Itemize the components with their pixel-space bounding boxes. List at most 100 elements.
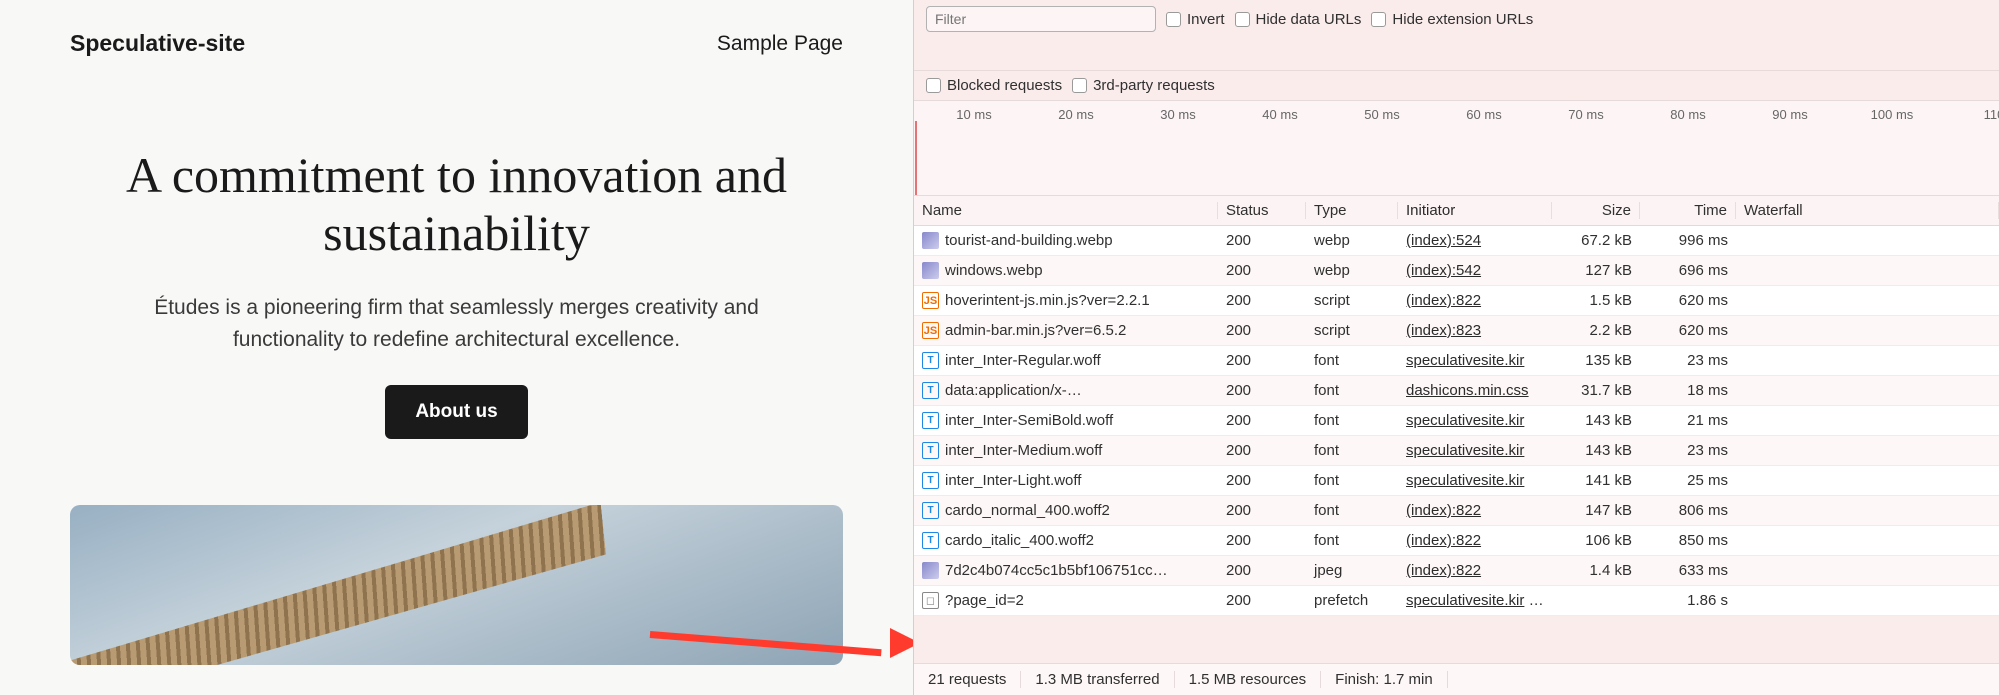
timeline-tick: 90 ms [1772, 107, 1807, 122]
request-time: 696 ms [1640, 262, 1736, 279]
timeline-tick: 110 [1984, 107, 1999, 122]
request-status: 200 [1218, 532, 1306, 549]
summary-requests: 21 requests [914, 671, 1021, 688]
col-status[interactable]: Status [1218, 202, 1306, 219]
filter-toolbar: Invert Hide data URLs Hide extension URL… [914, 0, 1999, 38]
request-status: 200 [1218, 442, 1306, 459]
about-us-button[interactable]: About us [385, 385, 527, 439]
request-name: inter_Inter-Medium.woff [945, 442, 1102, 459]
site-title: Speculative-site [70, 30, 245, 57]
request-time: 850 ms [1640, 532, 1736, 549]
request-status: 200 [1218, 262, 1306, 279]
hide-extension-urls-checkbox[interactable]: Hide extension URLs [1371, 11, 1533, 28]
filter-input[interactable] [926, 6, 1156, 32]
request-row[interactable]: windows.webp200webp(index):542127 kB696 … [914, 256, 1999, 286]
request-initiator[interactable]: speculativesite.kir [1398, 442, 1552, 459]
request-size: 143 kB [1552, 442, 1640, 459]
request-size: 106 kB [1552, 532, 1640, 549]
request-row[interactable]: Tcardo_italic_400.woff2200font(index):82… [914, 526, 1999, 556]
request-type: font [1306, 502, 1398, 519]
request-initiator[interactable]: speculativesite.kir [1398, 352, 1552, 369]
request-name: hoverintent-js.min.js?ver=2.2.1 [945, 292, 1150, 309]
request-time: 620 ms [1640, 292, 1736, 309]
timeline-tick: 60 ms [1466, 107, 1501, 122]
request-type: font [1306, 412, 1398, 429]
file-type-icon: T [922, 502, 939, 519]
request-size: 1.4 kB [1552, 562, 1640, 579]
request-initiator[interactable]: (index):822 [1398, 532, 1552, 549]
file-type-icon [922, 562, 939, 579]
file-type-icon: ◻ [922, 592, 939, 609]
request-row[interactable]: Tdata:application/x-…200fontdashicons.mi… [914, 376, 1999, 406]
request-initiator[interactable]: (index):542 [1398, 262, 1552, 279]
request-row[interactable]: Tinter_Inter-Regular.woff200fontspeculat… [914, 346, 1999, 376]
request-row[interactable]: Tinter_Inter-SemiBold.woff200fontspecula… [914, 406, 1999, 436]
timeline-tick: 70 ms [1568, 107, 1603, 122]
file-type-icon: JS [922, 322, 939, 339]
request-status: 200 [1218, 472, 1306, 489]
request-initiator[interactable]: speculativesite.kir [1398, 412, 1552, 429]
request-size: 67.2 kB [1552, 232, 1640, 249]
invert-checkbox[interactable]: Invert [1166, 11, 1225, 28]
sort-asc-icon [1803, 202, 1813, 219]
request-initiator[interactable]: speculativesite.kir [1398, 472, 1552, 489]
file-type-icon: T [922, 412, 939, 429]
request-initiator[interactable]: (index):524 [1398, 232, 1552, 249]
request-time: 23 ms [1640, 442, 1736, 459]
nav-link-sample-page[interactable]: Sample Page [717, 32, 843, 56]
hero-image [70, 505, 843, 665]
request-time: 620 ms [1640, 322, 1736, 339]
timeline-tick: 50 ms [1364, 107, 1399, 122]
request-name: windows.webp [945, 262, 1043, 279]
request-status: 200 [1218, 502, 1306, 519]
request-initiator[interactable]: (index):822 [1398, 502, 1552, 519]
request-row[interactable]: JShoverintent-js.min.js?ver=2.2.1200scri… [914, 286, 1999, 316]
request-row[interactable]: Tinter_Inter-Light.woff200fontspeculativ… [914, 466, 1999, 496]
request-status: 200 [1218, 382, 1306, 399]
hero-subtitle: Études is a pioneering firm that seamles… [97, 292, 817, 355]
request-row[interactable]: ◻?page_id=2200prefetchspeculativesite.ki… [914, 586, 1999, 616]
request-size: 31.7 kB [1552, 382, 1640, 399]
request-size: 127 kB [1552, 262, 1640, 279]
request-row[interactable]: 7d2c4b074cc5c1b5bf106751cc…200jpeg(index… [914, 556, 1999, 586]
request-status: 200 [1218, 562, 1306, 579]
request-initiator[interactable]: (index):822 [1398, 292, 1552, 309]
extra-filters-row: Blocked requests 3rd-party requests [914, 70, 1999, 100]
request-name: inter_Inter-Light.woff [945, 472, 1081, 489]
third-party-checkbox[interactable]: 3rd-party requests [1072, 77, 1215, 94]
request-size: 141 kB [1552, 472, 1640, 489]
file-type-icon: JS [922, 292, 939, 309]
summary-finish: Finish: 1.7 min [1321, 671, 1448, 688]
file-type-icon: T [922, 382, 939, 399]
request-row[interactable]: JSadmin-bar.min.js?ver=6.5.2200script(in… [914, 316, 1999, 346]
request-row[interactable]: Tinter_Inter-Medium.woff200fontspeculati… [914, 436, 1999, 466]
hide-data-urls-checkbox[interactable]: Hide data URLs [1235, 11, 1362, 28]
request-row[interactable]: tourist-and-building.webp200webp(index):… [914, 226, 1999, 256]
col-size[interactable]: Size [1552, 202, 1640, 219]
request-type: font [1306, 532, 1398, 549]
request-type: jpeg [1306, 562, 1398, 579]
request-size: 143 kB [1552, 412, 1640, 429]
col-type[interactable]: Type [1306, 202, 1398, 219]
request-initiator[interactable]: speculativesite.kir (prefetc… [1398, 592, 1552, 609]
blocked-requests-checkbox[interactable]: Blocked requests [926, 77, 1062, 94]
col-waterfall[interactable]: Waterfall [1736, 202, 1999, 219]
timeline-overview[interactable]: 10 ms20 ms30 ms40 ms50 ms60 ms70 ms80 ms… [914, 100, 1999, 196]
request-initiator[interactable]: (index):822 [1398, 562, 1552, 579]
request-name: cardo_italic_400.woff2 [945, 532, 1094, 549]
col-initiator[interactable]: Initiator [1398, 202, 1552, 219]
file-type-icon [922, 262, 939, 279]
request-initiator[interactable]: (index):823 [1398, 322, 1552, 339]
request-type: script [1306, 292, 1398, 309]
request-status: 200 [1218, 412, 1306, 429]
file-type-icon: T [922, 352, 939, 369]
request-name: data:application/x-… [945, 382, 1082, 399]
timeline-tick: 30 ms [1160, 107, 1195, 122]
request-row[interactable]: Tcardo_normal_400.woff2200font(index):82… [914, 496, 1999, 526]
col-time[interactable]: Time [1640, 202, 1736, 219]
table-header-row: Name Status Type Initiator Size Time Wat… [914, 196, 1999, 226]
request-time: 23 ms [1640, 352, 1736, 369]
request-initiator[interactable]: dashicons.min.css [1398, 382, 1552, 399]
col-name[interactable]: Name [914, 202, 1218, 219]
request-name: tourist-and-building.webp [945, 232, 1113, 249]
